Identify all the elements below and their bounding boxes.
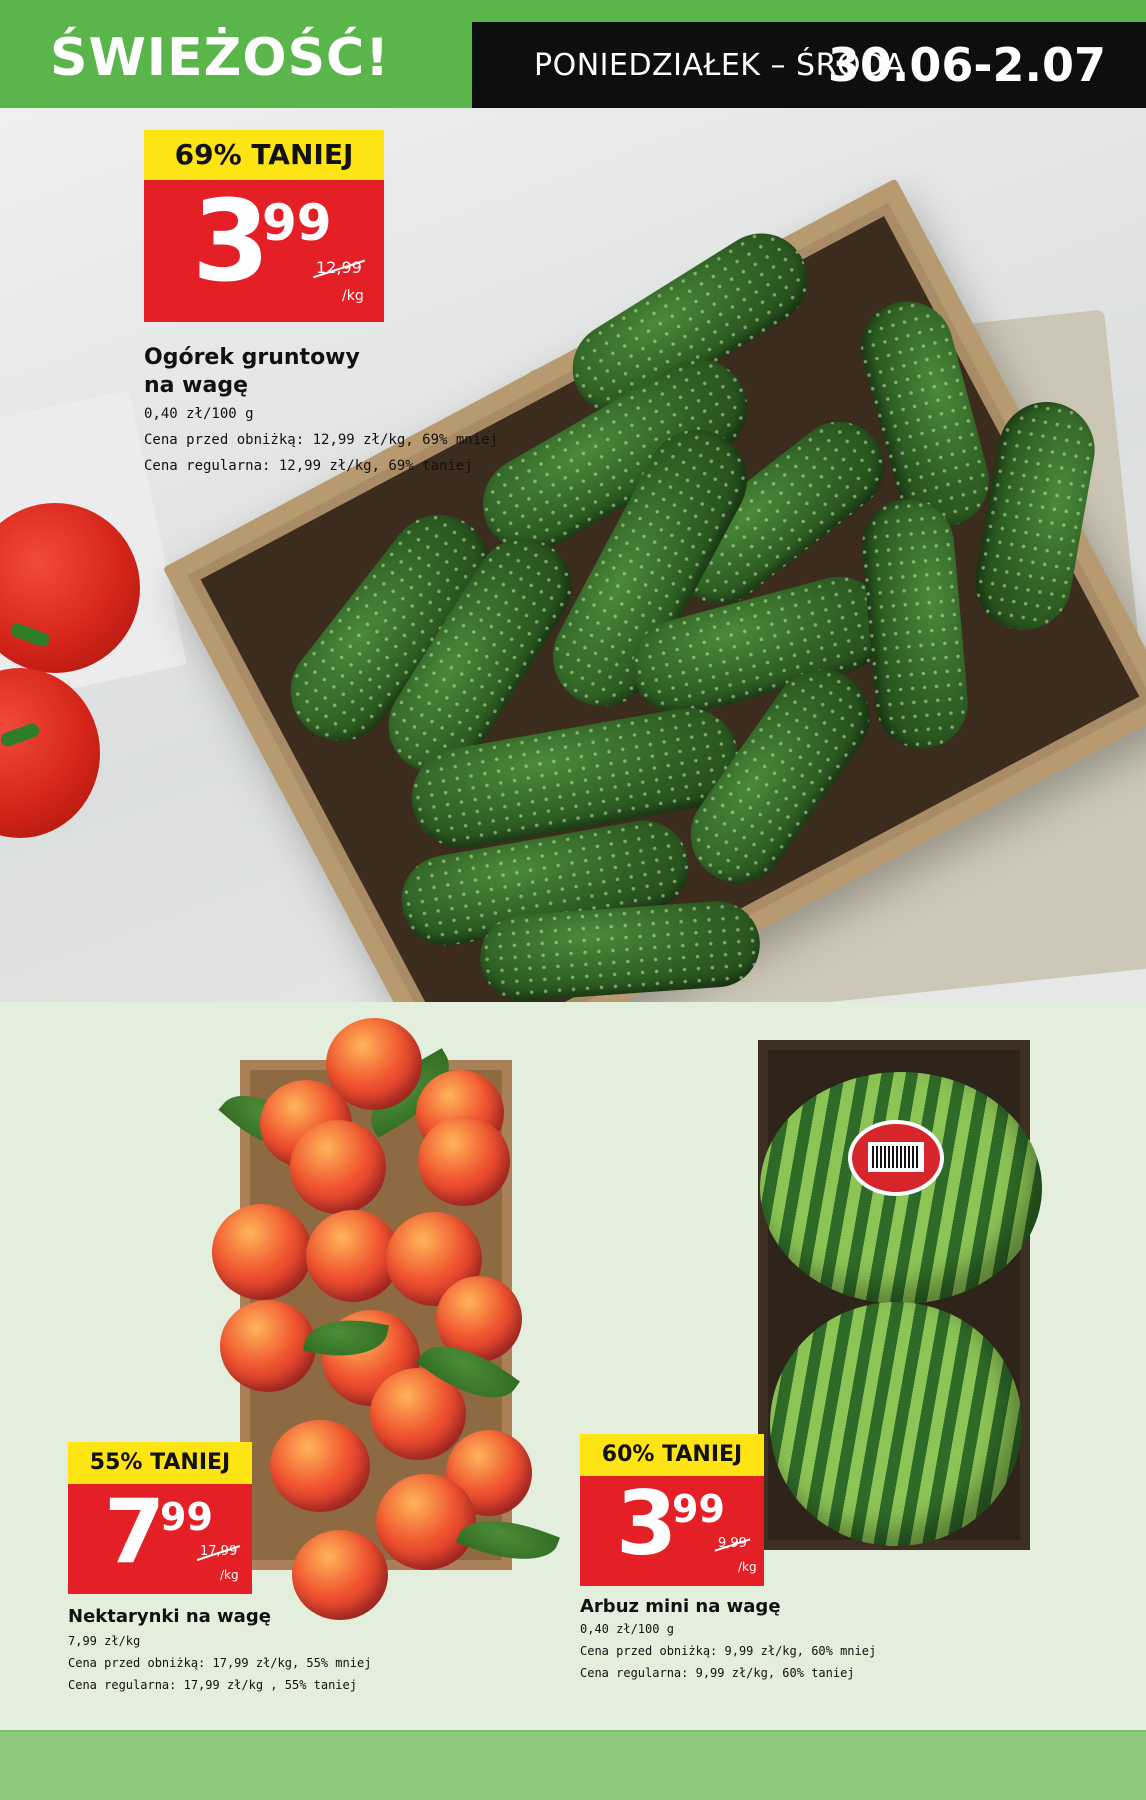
nectarine-image — [290, 1120, 386, 1214]
old-price: 12,99 — [316, 258, 362, 277]
product-title-cucumber: Ogórek gruntowy na wagę — [144, 345, 360, 398]
product-detail: Cena regularna: 17,99 zł/kg , 55% taniej — [68, 1678, 357, 1692]
price-integer: 3 — [616, 1472, 678, 1575]
nectarine-image — [292, 1530, 388, 1620]
tomato-image — [0, 668, 100, 838]
product-detail: Cena regularna: 9,99 zł/kg, 60% taniej — [580, 1666, 855, 1680]
product-detail: 7,99 zł/kg — [68, 1634, 141, 1648]
nectarine-image — [270, 1420, 370, 1512]
price-decimal: 99 — [160, 1495, 213, 1539]
nectarine-image — [212, 1204, 312, 1300]
nectarine-image — [418, 1116, 510, 1206]
barcode-icon — [872, 1146, 920, 1168]
product-title-nectarine: Nektarynki na wagę — [68, 1606, 271, 1627]
date-banner: PONIEDZIAŁEK – ŚRODA 30.06-2.07 — [472, 22, 1146, 108]
price-badge-watermelon: 60% TANIEJ 3 99 9,99 /kg — [580, 1434, 764, 1586]
product-detail: Cena przed obniżką: 9,99 zł/kg, 60% mnie… — [580, 1644, 877, 1658]
product-detail: Cena regularna: 12,99 zł/kg, 69% taniej — [144, 458, 473, 474]
price-decimal: 99 — [262, 194, 332, 252]
product-sticker-icon — [848, 1120, 944, 1196]
price-badge-nectarine: 55% TANIEJ 7 99 17,99 /kg — [68, 1442, 252, 1594]
price-badge-cucumber: 69% TANIEJ 3 99 12,99 /kg — [144, 130, 384, 322]
footer-band — [0, 1732, 1146, 1800]
product-title-watermelon: Arbuz mini na wagę — [580, 1596, 781, 1617]
discount-label: 55% TANIEJ — [68, 1442, 252, 1484]
watermelon-image — [770, 1302, 1022, 1546]
price-integer: 7 — [104, 1480, 166, 1583]
price-unit: /kg — [342, 288, 364, 304]
brand-title: ŚWIEŻOŚĆ! — [50, 28, 390, 88]
nectarine-image — [376, 1474, 476, 1570]
price-decimal: 99 — [672, 1487, 725, 1531]
discount-label: 60% TANIEJ — [580, 1434, 764, 1476]
old-price: 9,99 — [718, 1536, 747, 1551]
old-price: 17,99 — [200, 1544, 238, 1559]
discount-label: 69% TANIEJ — [144, 130, 384, 180]
nectarine-image — [220, 1300, 316, 1392]
product-detail: 0,40 zł/100 g — [144, 406, 254, 422]
product-detail: Cena przed obniżką: 17,99 zł/kg, 55% mni… — [68, 1656, 372, 1670]
product-detail: 0,40 zł/100 g — [580, 1622, 674, 1636]
price-integer: 3 — [192, 177, 270, 307]
price-unit: /kg — [220, 1568, 239, 1582]
cucumber-image — [477, 898, 763, 1002]
date-range: 30.06-2.07 — [827, 38, 1106, 92]
product-detail: Cena przed obniżką: 12,99 zł/kg, 69% mni… — [144, 432, 499, 448]
price-unit: /kg — [738, 1560, 757, 1574]
